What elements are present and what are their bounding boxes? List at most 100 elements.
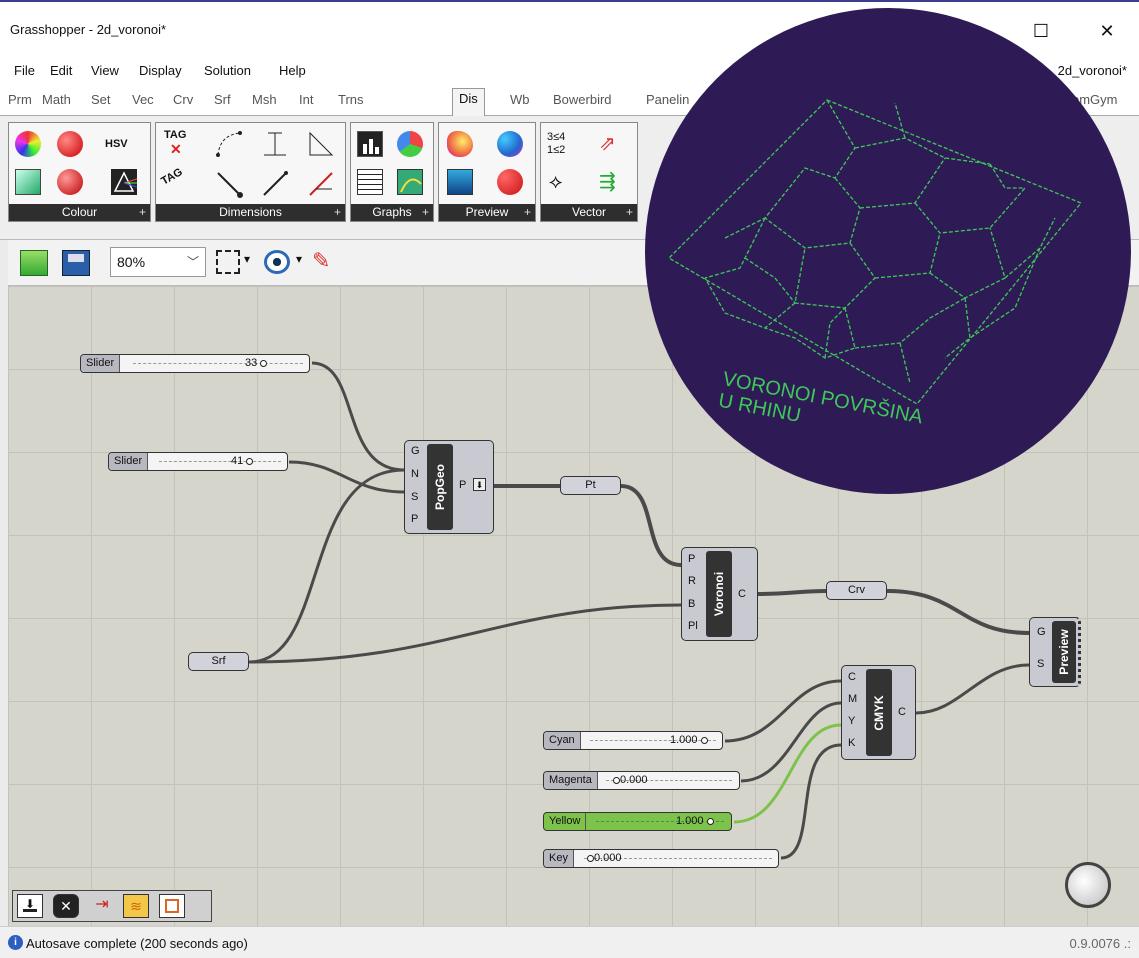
input-p[interactable]: P <box>411 513 418 525</box>
navigation-sphere[interactable] <box>1065 862 1111 908</box>
angle-dimension-icon[interactable] <box>214 129 242 157</box>
input-pl[interactable]: Pl <box>688 620 698 632</box>
graph-mapper-icon[interactable] <box>397 169 423 195</box>
cmyk-component[interactable]: C M Y K CMYK C <box>841 665 916 760</box>
menu-help[interactable]: Help <box>279 63 306 78</box>
bar-graph-icon[interactable] <box>357 131 383 157</box>
flatten-icon[interactable]: ⬇ <box>473 478 486 491</box>
chevron-down-icon[interactable]: ▾ <box>244 252 250 266</box>
vector-display-icon[interactable]: ⇶ <box>599 169 625 195</box>
serial-dimension-icon[interactable] <box>260 169 288 196</box>
vector-arrows-icon[interactable]: ⇗ <box>599 131 625 157</box>
line-dimension-icon[interactable] <box>214 169 243 198</box>
aligned-dimension-icon[interactable] <box>306 129 334 156</box>
resize-grip-icon[interactable]: .: <box>1124 936 1131 951</box>
yellow-slider[interactable]: Yellow 1.000 <box>543 812 732 831</box>
tab-int[interactable]: Int <box>299 92 313 107</box>
tab-prm[interactable]: Prm <box>8 92 32 107</box>
input-s[interactable]: S <box>411 491 418 503</box>
menu-solution[interactable]: Solution <box>204 63 251 78</box>
tab-math[interactable]: Math <box>42 92 71 107</box>
tab-vec[interactable]: Vec <box>132 92 154 107</box>
menu-file[interactable]: File <box>14 63 35 78</box>
slider-grip[interactable] <box>260 359 268 367</box>
linear-dimension-icon[interactable] <box>260 129 286 156</box>
cloud-display-icon[interactable] <box>497 169 523 195</box>
tab-bowerbird[interactable]: Bowerbird <box>553 92 612 107</box>
zoom-dropdown[interactable]: 80% ﹀ <box>110 247 206 277</box>
colour-sphere-icon[interactable] <box>57 169 83 195</box>
slider-grip[interactable] <box>700 736 708 744</box>
text-tag-icon[interactable]: TAG <box>159 164 195 200</box>
pie-chart-icon[interactable] <box>397 131 423 157</box>
open-folder-icon[interactable] <box>20 250 48 276</box>
input-g[interactable]: G <box>411 445 420 457</box>
tab-paneling[interactable]: Panelin <box>646 92 689 107</box>
gradient-icon[interactable] <box>15 169 41 195</box>
slider-grip[interactable] <box>613 776 620 784</box>
input-r[interactable]: R <box>688 575 696 587</box>
output-c[interactable]: C <box>898 706 906 718</box>
menu-display[interactable]: Display <box>139 63 182 78</box>
menu-view[interactable]: View <box>91 63 119 78</box>
chevron-down-icon[interactable]: ▾ <box>296 252 302 266</box>
input-b[interactable]: B <box>688 598 695 610</box>
point-param[interactable]: Pt <box>560 476 621 495</box>
slider-grip[interactable] <box>587 854 594 862</box>
sketch-icon[interactable]: ✎ <box>312 248 336 276</box>
preview-material-icon[interactable] <box>497 131 523 157</box>
number-slider[interactable]: Slider 33 <box>80 354 310 373</box>
ribbon-group-label: Preview + <box>439 204 535 221</box>
ratio-icon[interactable]: 3≤4 1≤2 <box>547 131 583 157</box>
zoom-extents-icon[interactable] <box>216 250 240 274</box>
surface-param[interactable]: Srf <box>188 652 249 671</box>
custom-preview-icon[interactable] <box>447 131 473 157</box>
legend-icon[interactable] <box>357 169 383 195</box>
output-p[interactable]: P <box>459 479 466 491</box>
maximize-button[interactable]: ☐ <box>1026 16 1056 46</box>
input-s[interactable]: S <box>1037 658 1044 670</box>
bake-icon[interactable]: ⬇ <box>17 894 43 918</box>
number-slider[interactable]: Slider 41 <box>108 452 288 471</box>
input-n[interactable]: N <box>411 468 419 480</box>
disable-icon[interactable]: ✕ <box>53 894 79 918</box>
cyan-slider[interactable]: Cyan 1.000 <box>543 731 723 750</box>
voronoi-component[interactable]: P R B Pl Voronoi C <box>681 547 758 641</box>
output-c[interactable]: C <box>738 588 746 600</box>
wire-display-icon[interactable]: ⇥ <box>89 894 115 918</box>
slider-grip[interactable] <box>246 457 254 465</box>
red-sphere-icon[interactable] <box>57 131 83 157</box>
sketch-wires-icon[interactable]: ≋ <box>123 894 149 918</box>
save-icon[interactable] <box>62 250 90 276</box>
slider-grip[interactable] <box>706 817 714 825</box>
spectrum-icon[interactable] <box>111 169 138 195</box>
menu-edit[interactable]: Edit <box>50 63 72 78</box>
hsv-icon[interactable]: HSV <box>105 131 143 157</box>
input-k[interactable]: K <box>848 737 855 749</box>
preview-component[interactable]: G S Preview <box>1029 617 1081 687</box>
input-c[interactable]: C <box>848 671 856 683</box>
tab-dis[interactable]: Dis <box>452 88 485 116</box>
colour-wheel-icon[interactable] <box>15 131 41 157</box>
tab-wb[interactable]: Wb <box>510 92 530 107</box>
point-list-icon[interactable]: ⟡ <box>549 169 575 195</box>
tab-crv[interactable]: Crv <box>173 92 193 107</box>
close-button[interactable]: ✕ <box>1092 16 1122 46</box>
grid-icon[interactable] <box>159 894 185 918</box>
create-material-icon[interactable] <box>447 169 473 195</box>
tab-set[interactable]: Set <box>91 92 111 107</box>
key-slider[interactable]: Key 0.000 <box>543 849 779 868</box>
input-m[interactable]: M <box>848 693 857 705</box>
input-y[interactable]: Y <box>848 715 855 727</box>
input-g[interactable]: G <box>1037 626 1046 638</box>
radial-dimension-icon[interactable] <box>306 169 333 196</box>
curve-param[interactable]: Crv <box>826 581 887 600</box>
input-p[interactable]: P <box>688 553 695 565</box>
tag-icon[interactable]: TAG ✕ <box>164 129 190 157</box>
popgeo-component[interactable]: G N S P PopGeo P ⬇ <box>404 440 494 534</box>
tab-srf[interactable]: Srf <box>214 92 231 107</box>
magenta-slider[interactable]: Magenta 0.000 <box>543 771 740 790</box>
tab-msh[interactable]: Msh <box>252 92 277 107</box>
tab-trns[interactable]: Trns <box>338 92 364 107</box>
eye-preview-icon[interactable] <box>264 250 290 274</box>
